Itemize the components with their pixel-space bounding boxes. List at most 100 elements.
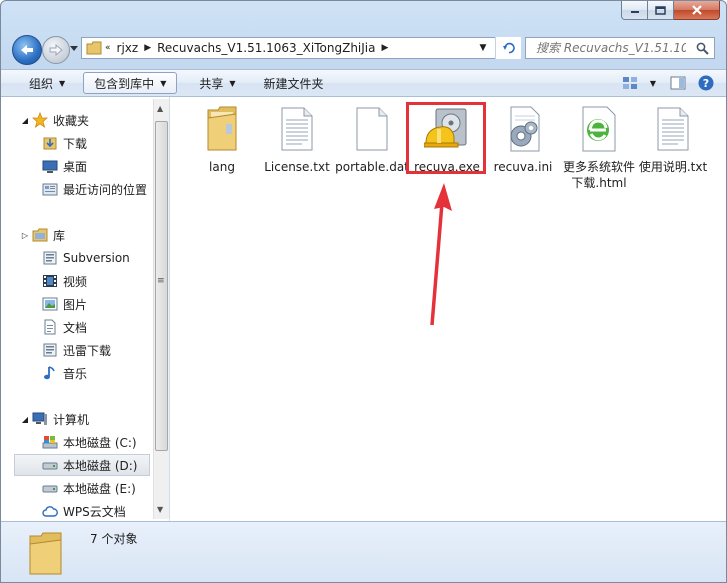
ie-html-icon: [574, 103, 624, 155]
search-box[interactable]: [525, 37, 715, 59]
main-area: ◢ 收藏夹 下载 桌面 最近访问的位置 ▷ 库 Subversion 视频 图片…: [1, 97, 726, 521]
address-bar[interactable]: « rjxz ▶ Recuvachs_V1.51.1063_XiTongZhiJ…: [81, 37, 521, 59]
sidebar-item-label: 视频: [63, 274, 88, 289]
view-options-dropdown[interactable]: ▼: [642, 72, 664, 94]
close-icon: [691, 5, 702, 15]
chevron-down-icon: [70, 46, 78, 51]
picture-icon: [41, 296, 59, 312]
organize-button[interactable]: 组织 ▼: [19, 72, 75, 94]
file-item[interactable]: lang: [183, 101, 261, 201]
sidebar-item-label: 桌面: [63, 159, 88, 174]
toolbar-right: ▼ ?: [618, 72, 726, 94]
address-dropdown[interactable]: ▼: [474, 43, 492, 53]
sidebar-item-label: 迅雷下载: [63, 343, 112, 358]
expand-arrow-icon[interactable]: ◢: [21, 112, 29, 128]
minimize-icon: [630, 11, 639, 13]
document-icon: [41, 319, 59, 335]
breadcrumb-item[interactable]: rjxz: [114, 41, 142, 55]
sidebar-group-favorites[interactable]: ◢ 收藏夹: [21, 109, 173, 131]
breadcrumb-overflow[interactable]: «: [102, 43, 114, 53]
include-in-library-button[interactable]: 包含到库中 ▼: [83, 72, 178, 94]
sidebar-item-label: 图片: [63, 297, 88, 312]
desktop-icon: [41, 158, 59, 174]
scroll-down-icon[interactable]: ▼: [157, 505, 163, 514]
file-name: lang: [209, 160, 235, 174]
command-bar: 组织 ▼ 包含到库中 ▼ 共享 ▼ 新建文件夹 ▼ ?: [1, 69, 726, 97]
maximize-button[interactable]: [648, 1, 674, 20]
item-count: 7 个对象: [90, 532, 138, 546]
file-name: License.txt: [264, 160, 330, 174]
music-note-icon: [41, 365, 59, 381]
back-button[interactable]: [12, 35, 42, 65]
change-view-button[interactable]: [618, 72, 642, 94]
chevron-down-icon: ▼: [649, 78, 656, 88]
sidebar-item-label: 下载: [63, 136, 88, 151]
sidebar-group-label: 计算机: [53, 412, 90, 427]
arrow-right-icon: [49, 44, 63, 56]
sidebar-item-label: Subversion: [63, 251, 130, 265]
include-library-label: 包含到库中: [94, 76, 155, 91]
video-icon: [41, 273, 59, 289]
file-item[interactable]: 更多系统软件下载.html: [560, 101, 638, 201]
sidebar-item-label: 本地磁盘 (C:): [63, 435, 137, 450]
sidebar-item-label: 本地磁盘 (E:): [63, 481, 136, 496]
star-icon: [31, 112, 49, 128]
close-button[interactable]: [674, 1, 720, 20]
annotation-arrow: [430, 183, 452, 326]
folder-icon: [86, 41, 102, 55]
recent-places-icon: [41, 181, 59, 197]
new-folder-button[interactable]: 新建文件夹: [254, 72, 334, 94]
refresh-button[interactable]: [495, 37, 521, 59]
chevron-down-icon: ▼: [160, 78, 167, 88]
preview-pane-icon: [670, 76, 686, 90]
forward-button[interactable]: [42, 36, 70, 64]
sidebar-group-libraries[interactable]: ▷ 库: [21, 224, 173, 246]
scrollbar-grip-icon: ≡: [157, 276, 165, 286]
download-folder-icon: [41, 135, 59, 151]
hard-drive-icon: [41, 480, 59, 496]
navigation-pane: ◢ 收藏夹 下载 桌面 最近访问的位置 ▷ 库 Subversion 视频 图片…: [1, 97, 170, 521]
breadcrumb-separator-icon[interactable]: ▶: [141, 43, 154, 53]
organize-label: 组织: [29, 76, 54, 91]
folder-icon: [29, 532, 62, 575]
file-item[interactable]: portable.dat: [333, 101, 411, 201]
search-icon[interactable]: [696, 42, 709, 55]
file-item[interactable]: recuva.ini: [484, 101, 562, 201]
chevron-down-icon: ▼: [229, 78, 236, 88]
hard-drive-icon: [41, 457, 59, 473]
expand-arrow-icon[interactable]: ▷: [21, 227, 29, 243]
sidebar-group-label: 收藏夹: [53, 113, 90, 128]
sidebar-group-computer[interactable]: ◢ 计算机: [21, 408, 173, 430]
sidebar-item-label: 最近访问的位置: [63, 182, 148, 197]
breadcrumb-item[interactable]: Recuvachs_V1.51.1063_XiTongZhiJia: [154, 41, 378, 55]
sidebar-item-label: 本地磁盘 (D:): [63, 458, 138, 473]
navigation-pane-scrollbar[interactable]: ▲ ≡ ▼: [153, 99, 169, 519]
scroll-up-icon[interactable]: ▲: [157, 104, 163, 113]
expand-arrow-icon[interactable]: ◢: [21, 411, 29, 427]
file-name: 更多系统软件下载.html: [562, 160, 635, 190]
view-grid-icon: [622, 77, 637, 89]
xunlei-library-icon: [41, 342, 59, 358]
scrollbar-thumb[interactable]: [155, 121, 168, 451]
recent-pages-dropdown[interactable]: [69, 43, 79, 55]
minimize-button[interactable]: [621, 1, 648, 20]
chevron-down-icon: ▼: [59, 78, 66, 88]
preview-pane-button[interactable]: [664, 72, 692, 94]
share-label: 共享: [199, 76, 224, 91]
explorer-window: « rjxz ▶ Recuvachs_V1.51.1063_XiTongZhiJ…: [0, 0, 727, 583]
share-button[interactable]: 共享 ▼: [189, 72, 245, 94]
navigation-bar: « rjxz ▶ Recuvachs_V1.51.1063_XiTongZhiJ…: [1, 29, 726, 69]
text-file-icon: [272, 103, 322, 155]
sidebar-item-drive-d[interactable]: 本地磁盘 (D:): [14, 454, 150, 476]
sidebar-group-label: 库: [53, 228, 66, 243]
file-item[interactable]: 使用说明.txt: [634, 101, 712, 201]
file-item[interactable]: License.txt: [258, 101, 336, 201]
search-input[interactable]: [534, 40, 688, 56]
breadcrumb-separator-icon[interactable]: ▶: [378, 43, 391, 53]
help-button[interactable]: ?: [692, 72, 726, 94]
highlight-box: [406, 102, 486, 174]
cloud-icon: [41, 503, 59, 519]
arrow-left-icon: [21, 45, 33, 55]
refresh-icon: [502, 42, 515, 54]
sidebar-item-label: 音乐: [63, 366, 88, 381]
